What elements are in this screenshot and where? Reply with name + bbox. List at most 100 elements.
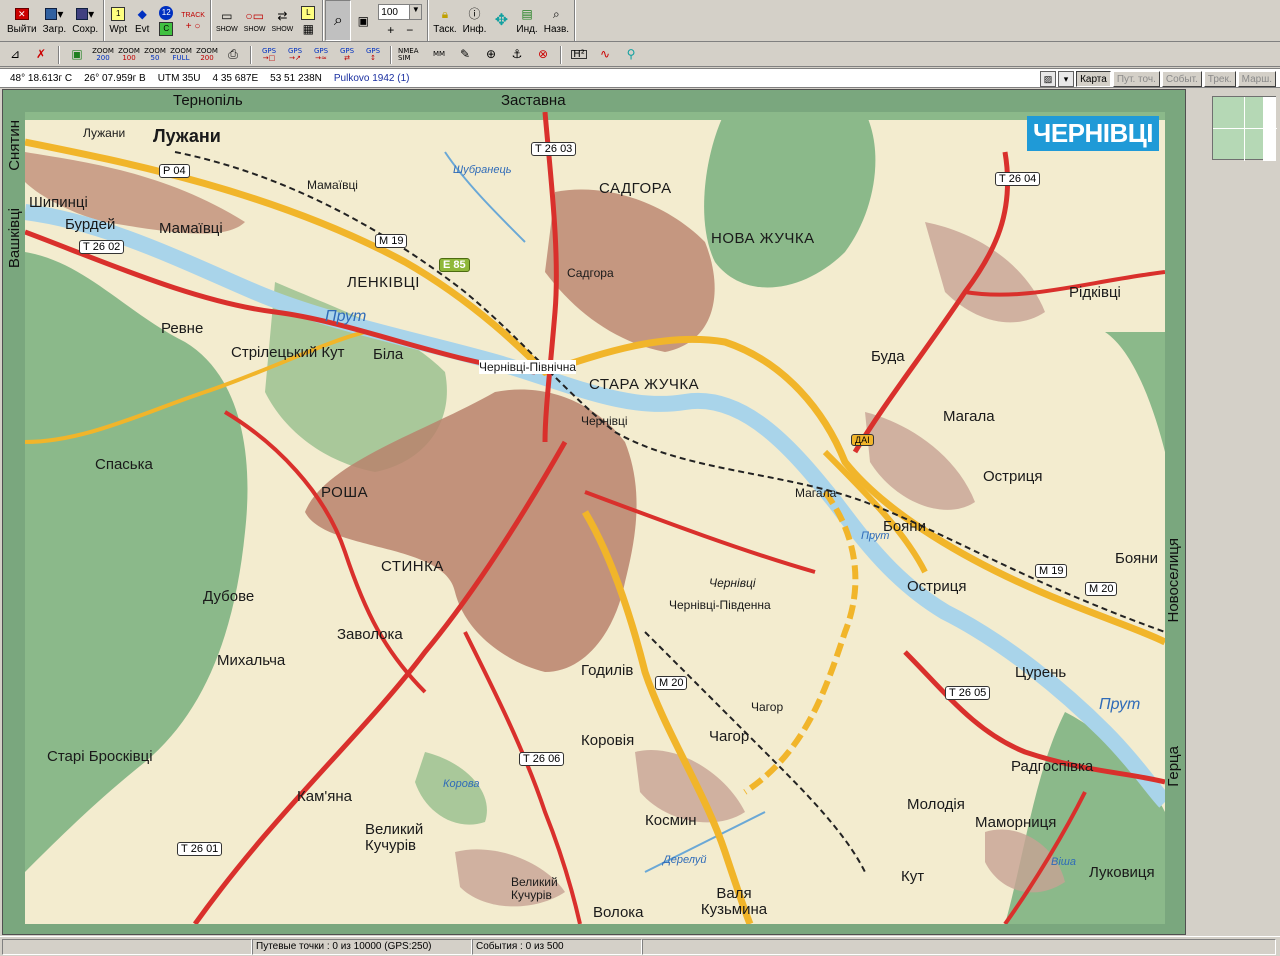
place-ostrytsia-2[interactable]: Остриця	[907, 578, 966, 595]
ind-button[interactable]: ▤ Инд.	[513, 0, 540, 41]
tab-events[interactable]: Событ.	[1161, 71, 1202, 87]
waypoint-button[interactable]: 1 Wpt	[106, 0, 130, 41]
zoom-50-button[interactable]: ZOOM 50	[144, 45, 166, 65]
place-buda[interactable]: Буда	[871, 348, 905, 365]
place-lukovytsia[interactable]: Луковиця	[1089, 864, 1155, 881]
place-striletskyi-kut[interactable]: Стрілецький Кут	[231, 344, 344, 361]
show-points-button[interactable]: ○▭ SHOW	[241, 0, 269, 41]
place-voloka[interactable]: Волока	[593, 904, 644, 921]
place-boiany-prut[interactable]: Бояни	[883, 518, 926, 535]
profile-button[interactable]: ∿	[594, 45, 616, 65]
window-button[interactable]: ▣	[351, 0, 375, 41]
place-sadgora[interactable]: Садгора	[567, 266, 614, 280]
tab-routes[interactable]: Марш.	[1237, 71, 1276, 87]
crosshair-button[interactable]: ⊕	[480, 45, 502, 65]
place-chernivtsi-airport[interactable]: Чернівці	[709, 576, 756, 590]
place-chernivtsi-pivnichna[interactable]: Чернівці-Північна	[479, 360, 577, 374]
place-stara-zhuchka[interactable]: СТАРА ЖУЧКА	[589, 376, 699, 393]
event-button[interactable]: ◆ Evt	[130, 0, 154, 41]
place-kamiana[interactable]: Кам'яна	[297, 788, 352, 805]
image-icon[interactable]: ▨	[1040, 71, 1057, 87]
place-mahala[interactable]: Магала	[943, 408, 995, 425]
height-button[interactable]: H²	[568, 45, 590, 65]
place-velykyi-kuchuriv[interactable]: Великий Кучурів	[365, 822, 445, 854]
save-button[interactable]: ▾ Сохр.	[69, 0, 101, 41]
zoom-100-button[interactable]: ZOOM 100	[118, 45, 140, 65]
zoom-full-button[interactable]: ZOOM FULL	[170, 45, 192, 65]
place-mamaivtsi-2[interactable]: Мамаївці	[159, 220, 223, 237]
ruler-button[interactable]: ⊿	[4, 45, 26, 65]
gps-button-5[interactable]: GPS ↕	[362, 45, 384, 65]
show-route-button[interactable]: ⇄ SHOW	[269, 0, 297, 41]
place-mahala-2[interactable]: Магала	[795, 486, 836, 500]
place-lenkivtsi[interactable]: ЛЕНКІВЦІ	[347, 274, 420, 291]
name-button[interactable]: ⌕ Назв.	[541, 0, 572, 41]
gps-button-2[interactable]: GPS →↗	[284, 45, 306, 65]
chevron-down-icon[interactable]: ▼	[409, 5, 422, 19]
place-luzhany-small[interactable]: Лужани	[83, 126, 125, 140]
place-mamaivtsi[interactable]: Мамаївці	[307, 178, 358, 192]
tab-tracks[interactable]: Трек.	[1203, 71, 1236, 87]
place-mamornytsia[interactable]: Маморниця	[975, 814, 1056, 831]
place-chernivtsi[interactable]: Чернівці	[581, 414, 628, 428]
zoom-out-icon[interactable]: −	[406, 23, 413, 37]
place-burdei[interactable]: Бурдей	[65, 216, 115, 233]
gps-button-1[interactable]: GPS →□	[258, 45, 280, 65]
task-button[interactable]: 🔒︎ Таск.	[430, 0, 459, 41]
place-radhospivka[interactable]: Радгоспівка	[1011, 758, 1093, 775]
place-godyliv[interactable]: Годилів	[581, 662, 633, 679]
place-chahor-station[interactable]: Чагор	[751, 700, 783, 714]
stop-button[interactable]: ⊗	[532, 45, 554, 65]
print-map-button[interactable]: ▣	[66, 45, 88, 65]
pen-button[interactable]: ✎	[454, 45, 476, 65]
place-luzhany[interactable]: Лужани	[153, 126, 221, 147]
tab-map[interactable]: Карта	[1076, 71, 1111, 87]
datum-readout[interactable]: Pulkovo 1942 (1)	[334, 73, 410, 84]
tab-waypoints[interactable]: Пут. точ.	[1112, 71, 1160, 87]
printer-button[interactable]: ⎙	[222, 45, 244, 65]
place-rosha[interactable]: РОША	[321, 484, 368, 501]
place-shypyntsi[interactable]: Шипинці	[29, 194, 88, 211]
route-number-button[interactable]: 12 C	[154, 0, 178, 41]
overview-minimap[interactable]	[1212, 96, 1277, 161]
place-valia-kuzmyna[interactable]: Валя Кузьмина	[689, 886, 779, 918]
pan-button[interactable]: ✥	[489, 0, 513, 41]
map-canvas[interactable]: ЧЕРНІВЦІ Лужани Лужани Мамаївці Мамаївці…	[25, 112, 1165, 924]
place-boiany[interactable]: Бояни	[1115, 550, 1158, 567]
place-revne[interactable]: Ревне	[161, 320, 203, 337]
line-button[interactable]: L ▦	[296, 0, 320, 41]
anchor-button[interactable]: ⚓︎	[506, 45, 528, 65]
exit-button[interactable]: ✕ Выйти	[4, 0, 40, 41]
place-mykhalcha[interactable]: Михальча	[217, 652, 285, 669]
map-view[interactable]: Тернопіль Заставна Снятин Вашківці Новос…	[2, 89, 1186, 935]
zoom-select[interactable]: 100 ▼ + −	[375, 0, 425, 41]
show-track-button[interactable]: ▭ SHOW	[213, 0, 241, 41]
place-sadgora-district[interactable]: САДГОРА	[599, 180, 672, 197]
place-chahor[interactable]: Чагор	[709, 728, 749, 745]
place-ridkivtsi[interactable]: Рідківці	[1069, 284, 1121, 301]
magnifier-button[interactable]: ⌕	[325, 0, 352, 41]
save-disk-icon[interactable]: ▾	[1058, 71, 1075, 87]
nmea-button[interactable]: NMEA SIM	[398, 45, 424, 65]
place-stari-broskivtsi[interactable]: Старі Бросківці	[47, 748, 153, 765]
place-nova-zhuchka[interactable]: НОВА ЖУЧКА	[711, 230, 815, 247]
zoom-200b-button[interactable]: ZOOM 200	[196, 45, 218, 65]
zoom-200-button[interactable]: ZOOM 200	[92, 45, 114, 65]
mm-button[interactable]: MM	[428, 45, 450, 65]
place-velykyi-kuchuriv-2[interactable]: Великий Кучурів	[511, 876, 581, 902]
place-spaska[interactable]: Спаська	[95, 456, 153, 473]
zoom-combo[interactable]: 100 ▼	[378, 4, 423, 20]
place-ostrytsia[interactable]: Остриця	[983, 468, 1042, 485]
place-chernivtsi-pivdenna[interactable]: Чернівці-Південна	[669, 598, 771, 612]
place-stynka[interactable]: СТИНКА	[381, 558, 444, 575]
place-bila[interactable]: Біла	[373, 346, 403, 363]
place-molodiia[interactable]: Молодія	[907, 796, 965, 813]
track-button[interactable]: TRACK + ○	[178, 0, 208, 41]
gps-button-3[interactable]: GPS →≈	[310, 45, 332, 65]
zoom-in-icon[interactable]: +	[387, 23, 394, 37]
place-kut[interactable]: Кут	[901, 868, 924, 885]
load-button[interactable]: ▾ Загр.	[40, 0, 70, 41]
place-zavoloka[interactable]: Заволока	[337, 626, 403, 643]
place-tsuren[interactable]: Цурень	[1015, 664, 1066, 681]
info-button[interactable]: ⓘ Инф.	[460, 0, 490, 41]
